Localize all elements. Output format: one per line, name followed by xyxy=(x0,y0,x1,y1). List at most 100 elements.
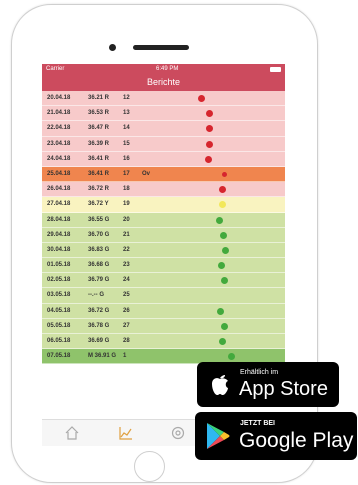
app-store-badge[interactable]: Erhältlich im App Store xyxy=(197,362,339,407)
row-value: 36.70 G xyxy=(88,231,110,238)
table-row[interactable]: 25.04.18 36.41 R 17 Ov xyxy=(42,166,285,183)
google-play-icon xyxy=(207,423,230,449)
temperature-point xyxy=(205,155,212,163)
row-value: --.-- G xyxy=(88,292,104,299)
temperature-point xyxy=(217,307,224,315)
table-row[interactable]: 04.05.18 36.72 G 26 xyxy=(42,303,285,319)
home-icon[interactable] xyxy=(64,425,80,441)
temperature-point xyxy=(206,110,213,118)
table-row[interactable]: 06.05.18 36.69 G 28 xyxy=(42,334,285,350)
table-row[interactable]: 22.04.18 36.47 R 14 xyxy=(42,121,285,137)
row-cycle-day: 24 xyxy=(123,277,130,284)
row-value: 36.39 R xyxy=(88,140,110,147)
earpiece-speaker xyxy=(133,45,189,50)
table-row[interactable]: 03.05.18 --.-- G 25 xyxy=(42,288,285,304)
row-cycle-day: 18 xyxy=(123,186,130,193)
google-play-label: Google Play xyxy=(239,429,354,452)
row-date: 28.04.18 xyxy=(47,216,71,223)
row-date: 20.04.18 xyxy=(47,95,71,101)
temperature-point xyxy=(222,171,227,177)
row-value: M 36.91 G xyxy=(88,353,117,360)
row-date: 29.04.18 xyxy=(47,231,71,238)
home-button[interactable] xyxy=(134,451,165,482)
row-cycle-day: 13 xyxy=(123,110,130,117)
table-row[interactable]: 20.04.18 36.21 R 12 xyxy=(42,91,285,107)
row-cycle-day: 15 xyxy=(123,140,130,147)
app-store-small-text: Erhältlich im xyxy=(240,369,279,376)
row-date: 07.05.18 xyxy=(47,353,71,360)
table-row[interactable]: 05.05.18 36.78 G 27 xyxy=(42,318,285,334)
chart-icon[interactable] xyxy=(118,425,134,441)
row-date: 30.04.18 xyxy=(47,246,71,253)
row-date: 22.04.18 xyxy=(47,125,71,132)
row-value: 36.83 G xyxy=(88,246,110,253)
row-date: 01.05.18 xyxy=(47,262,71,269)
row-value: 36.72 Y xyxy=(88,201,109,208)
google-play-small-text: JETZT BEI xyxy=(240,420,276,427)
row-value: 36.47 R xyxy=(88,125,110,132)
table-row[interactable]: 02.05.18 36.79 G 24 xyxy=(42,273,285,289)
table-row[interactable]: 29.04.18 36.70 G 21 xyxy=(42,227,285,243)
row-value: 36.79 G xyxy=(88,277,110,284)
row-note: Ov xyxy=(142,170,151,177)
front-camera xyxy=(109,44,116,51)
row-value: 36.21 R xyxy=(88,95,110,101)
row-date: 02.05.18 xyxy=(47,277,71,284)
row-cycle-day: 22 xyxy=(123,246,130,253)
row-date: 21.04.18 xyxy=(47,110,71,117)
temperature-point xyxy=(220,231,227,239)
row-value: 36.55 G xyxy=(88,216,110,223)
row-value: 36.72 R xyxy=(88,186,110,193)
row-value: 36.41 R xyxy=(88,170,110,177)
table-row[interactable]: 24.04.18 36.41 R 16 xyxy=(42,151,285,167)
row-date: 06.05.18 xyxy=(47,338,71,344)
row-cycle-day: 25 xyxy=(123,292,130,299)
table-row[interactable]: 30.04.18 36.83 G 22 xyxy=(42,242,285,259)
row-cycle-day: 20 xyxy=(123,216,130,223)
row-value: 36.69 G xyxy=(88,338,110,344)
temperature-point xyxy=(221,322,228,330)
row-cycle-day: 17 xyxy=(123,170,130,177)
row-value: 36.53 R xyxy=(88,110,110,117)
row-value: 36.68 G xyxy=(88,262,110,269)
settings-icon[interactable] xyxy=(170,425,186,441)
temperature-point xyxy=(221,277,228,285)
row-cycle-day: 21 xyxy=(123,231,130,238)
page-title: Berichte xyxy=(42,74,285,91)
row-date: 25.04.18 xyxy=(47,170,71,177)
temperature-point xyxy=(222,246,229,254)
app-store-label: App Store xyxy=(239,378,328,400)
row-cycle-day: 16 xyxy=(123,155,130,162)
clock-label: 6:49 PM xyxy=(155,66,179,72)
table-row[interactable]: 21.04.18 36.53 R 13 xyxy=(42,106,285,122)
temperature-point xyxy=(206,125,213,133)
row-date: 04.05.18 xyxy=(47,307,71,314)
row-cycle-day: 28 xyxy=(123,338,130,344)
row-cycle-day: 23 xyxy=(123,262,130,269)
temperature-point xyxy=(228,353,235,361)
temperature-point xyxy=(219,201,226,209)
row-cycle-day: 12 xyxy=(123,95,130,101)
table-row[interactable]: 01.05.18 36.68 G 23 xyxy=(42,258,285,274)
row-date: 24.04.18 xyxy=(47,155,71,162)
row-date: 26.04.18 xyxy=(47,186,71,193)
row-value: 36.78 G xyxy=(88,322,110,329)
google-play-badge[interactable]: JETZT BEI Google Play xyxy=(195,412,357,460)
row-value: 36.72 G xyxy=(88,307,110,314)
table-row[interactable]: 28.04.18 36.55 G 20 xyxy=(42,212,285,228)
row-cycle-day: 19 xyxy=(123,201,130,208)
table-row[interactable]: 23.04.18 36.39 R 15 xyxy=(42,136,285,152)
temperature-point xyxy=(206,140,213,148)
temperature-point xyxy=(219,338,226,345)
table-row[interactable]: 27.04.18 36.72 Y 19 xyxy=(42,197,285,213)
row-date: 05.05.18 xyxy=(47,322,71,329)
temperature-point xyxy=(219,186,226,194)
row-cycle-day: 14 xyxy=(123,125,130,132)
row-cycle-day: 27 xyxy=(123,322,130,329)
report-list: 20.04.18 36.21 R 12 21.04.18 36.53 R 13 22.04.… xyxy=(42,91,285,391)
temperature-point xyxy=(218,262,225,270)
battery-icon xyxy=(269,66,281,72)
table-row[interactable]: 26.04.18 36.72 R 18 xyxy=(42,182,285,198)
temperature-point xyxy=(216,216,223,224)
temperature-point xyxy=(198,95,205,102)
